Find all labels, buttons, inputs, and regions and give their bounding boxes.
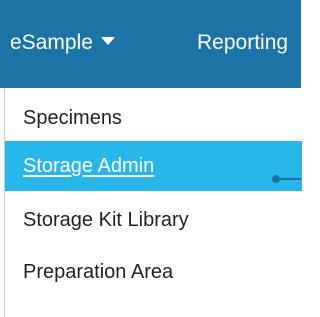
menu-item-label: Storage Admin — [23, 155, 155, 177]
menu-item-preparation-area[interactable]: Preparation Area — [5, 246, 302, 298]
menu-item-specimens[interactable]: Specimens — [5, 92, 302, 144]
nav-menu-reporting-label: Reporting — [197, 31, 289, 54]
callout-dot — [272, 175, 280, 183]
top-navbar: eSample Reporting — [0, 0, 301, 88]
callout-pointer — [272, 175, 301, 183]
menu-item-storage-admin[interactable]: Storage Admin — [5, 141, 302, 191]
nav-menu-reporting[interactable]: Reporting — [197, 26, 288, 60]
menu-item-label: Specimens — [23, 107, 122, 129]
menu-item-storage-kit-library[interactable]: Storage Kit Library — [5, 194, 302, 246]
esample-dropdown-menu: Specimens Storage Admin Storage Kit Libr… — [4, 88, 302, 317]
menu-item-label: Preparation Area — [23, 261, 174, 283]
caret-down-icon — [100, 37, 115, 46]
nav-menu-esample[interactable]: eSample — [10, 26, 115, 60]
menu-item-label: Storage Kit Library — [23, 209, 189, 231]
nav-menu-esample-label: eSample — [10, 31, 93, 54]
